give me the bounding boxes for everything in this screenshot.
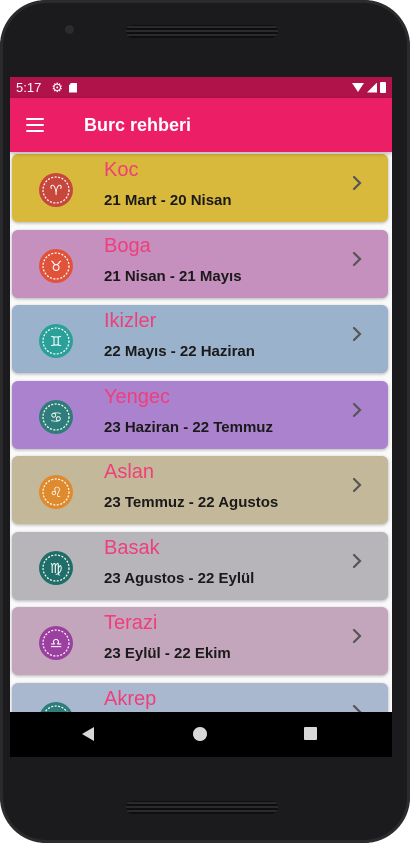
hamburger-menu-icon[interactable] <box>26 118 44 132</box>
sign-name: Yengec <box>104 385 170 408</box>
sign-name: Basak <box>104 536 160 559</box>
chevron-right-icon <box>352 477 362 493</box>
sign-name: Ikizler <box>104 310 157 332</box>
zodiac-card-akrep[interactable]: ♏ Akrep <box>12 682 388 712</box>
back-icon[interactable] <box>82 727 94 741</box>
sign-name: Aslan <box>104 461 155 483</box>
screen: 5:17 ⚙ Burc rehberi ♈ Koc 21 Mart - 20 Nis… <box>10 77 392 757</box>
status-icons <box>352 82 386 93</box>
chevron-right-icon <box>352 175 362 191</box>
zodiac-card-ikizler[interactable]: ♊ Ikizler 22 Mayıs - 22 Haziran <box>12 305 388 373</box>
virgo-icon: ♍ <box>39 550 73 585</box>
app-bar: Burc rehberi <box>10 98 392 152</box>
zodiac-card-koc[interactable]: ♈ Koc 21 Mart - 20 Nisan <box>12 154 388 222</box>
zodiac-card-basak[interactable]: ♍ Basak 23 Agustos - 22 Eylül <box>12 531 388 600</box>
sign-dates: 23 Temmuz - 22 Agustos <box>104 494 279 511</box>
gemini-icon: ♊ <box>39 324 73 358</box>
sign-name: Akrep <box>104 687 157 710</box>
battery-icon <box>380 82 386 93</box>
svg-text:♊: ♊ <box>50 334 63 350</box>
recents-icon[interactable] <box>304 727 317 740</box>
status-bar: 5:17 ⚙ <box>10 77 392 98</box>
svg-text:♌: ♌ <box>50 485 63 501</box>
aries-icon: ♈ <box>39 173 73 207</box>
scorpio-icon: ♏ <box>40 701 72 712</box>
sign-name: Terazi <box>104 612 158 634</box>
svg-text:♎: ♎ <box>50 636 63 652</box>
app-title: Burc rehberi <box>84 114 192 135</box>
chevron-right-icon <box>352 326 362 342</box>
cancer-icon: ♋ <box>39 399 73 434</box>
sign-dates: 22 Mayıs - 22 Haziran <box>104 343 255 360</box>
chevron-right-icon <box>352 704 362 712</box>
chevron-right-icon <box>352 251 362 266</box>
gear-icon: ⚙ <box>51 79 63 95</box>
svg-text:♍: ♍ <box>50 561 63 577</box>
taurus-icon: ♉ <box>39 248 73 283</box>
sign-dates: 21 Mart - 20 Nisan <box>104 192 232 209</box>
svg-text:♉: ♉ <box>50 259 63 275</box>
home-icon[interactable] <box>193 727 207 741</box>
phone-frame: 5:17 ⚙ Burc rehberi ♈ Koc 21 Mart - 20 Nis… <box>0 0 410 843</box>
sign-dates: 23 Haziran - 22 Temmuz <box>104 418 273 436</box>
zodiac-card-terazi[interactable]: ♎ Terazi 23 Eylül - 22 Ekim <box>12 607 388 675</box>
bottom-speaker <box>126 801 278 814</box>
svg-text:♋: ♋ <box>50 410 63 426</box>
status-time: 5:17 <box>16 80 42 95</box>
chevron-right-icon <box>352 553 362 568</box>
wifi-icon <box>352 83 364 92</box>
svg-text:♈: ♈ <box>50 183 63 199</box>
leo-icon: ♌ <box>39 475 73 509</box>
libra-icon: ♎ <box>39 626 73 660</box>
sd-card-icon <box>68 82 77 93</box>
zodiac-card-boga[interactable]: ♉ Boga 21 Nisan - 21 Mayıs <box>12 229 388 298</box>
signal-icon <box>367 82 377 93</box>
sign-dates: 21 Nisan - 21 Mayıs <box>104 267 242 285</box>
navigation-bar <box>10 712 392 757</box>
sign-name: Boga <box>104 234 151 257</box>
sign-dates: 23 Agustos - 22 Eylül <box>104 569 255 587</box>
sign-dates: 23 Eylül - 22 Ekim <box>104 645 231 662</box>
sign-name: Koc <box>104 159 139 181</box>
zodiac-card-yengec[interactable]: ♋ Yengec 23 Haziran - 22 Temmuz <box>12 380 388 449</box>
zodiac-list[interactable]: ♈ Koc 21 Mart - 20 Nisan ♉ Boga 21 Nisan - 21… <box>10 152 392 712</box>
zodiac-card-aslan[interactable]: ♌ Aslan 23 Temmuz - 22 Agustos <box>12 456 388 524</box>
chevron-right-icon <box>352 628 362 644</box>
top-speaker <box>126 25 278 38</box>
front-camera <box>65 25 74 34</box>
chevron-right-icon <box>352 402 362 417</box>
